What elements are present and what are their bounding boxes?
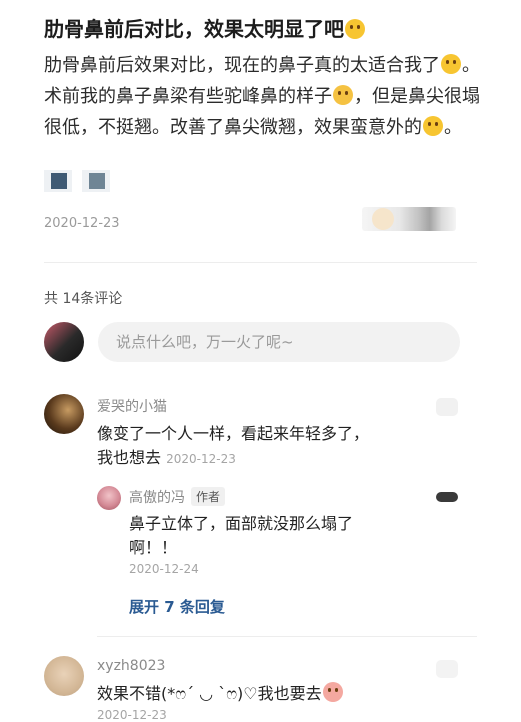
face-with-hand-over-mouth-emoji-icon (345, 19, 365, 39)
post-date: 2020-12-23 (44, 216, 120, 231)
comment-text-line2: 我也想去 (97, 448, 162, 467)
current-user-avatar (44, 322, 84, 362)
author-badge: 作者 (191, 487, 226, 506)
expand-replies-link[interactable]: 展开 7 条回复 (129, 596, 225, 617)
reply-text-line: 鼻子立体了，面部就没那么塌了 (129, 514, 354, 533)
post-title-text: 肋骨鼻前后对比，效果太明显了吧 (44, 17, 344, 41)
divider (44, 262, 477, 263)
post-image-thumbnails (44, 170, 110, 192)
comment-username[interactable]: xyzh8023 (97, 658, 165, 674)
reply-text: 鼻子立体了，面部就没那么塌了 啊！！ (129, 512, 429, 560)
comment-username[interactable]: 爱哭的小猫 (97, 396, 167, 416)
smiling-face-emoji-icon (441, 54, 461, 74)
reply-username-row: 高傲的冯 作者 (129, 487, 226, 507)
comment-date: 2020-12-23 (166, 452, 236, 466)
comment-text: 像变了一个人一样，看起来年轻多了， 我也想去 2020-12-23 (97, 422, 447, 471)
post-title: 肋骨鼻前后对比，效果太明显了吧 (44, 14, 504, 44)
frowning-face-emoji-icon (333, 85, 353, 105)
divider (97, 636, 477, 637)
peach-emoji-icon (322, 682, 343, 702)
comment-text-line: 我也想去 2020-12-23 (97, 446, 447, 471)
post-body-part1: 肋骨鼻前后效果对比，现在的鼻子真的太适合我了 (44, 55, 440, 76)
like-icon[interactable] (436, 492, 458, 502)
post-image-thumbnail[interactable] (82, 170, 110, 192)
comment-text-line: 效果不错(*ෆ´ ◡ `ෆ)♡我也要去 (97, 684, 322, 703)
avatar[interactable] (44, 394, 84, 434)
reply-date: 2020-12-24 (129, 562, 199, 576)
blurred-like-avatars (362, 207, 456, 231)
reply-username[interactable]: 高傲的冯 (129, 490, 185, 506)
like-icon[interactable] (436, 660, 458, 678)
comment-text: 效果不错(*ෆ´ ◡ `ෆ)♡我也要去 (97, 682, 477, 706)
comment-input[interactable]: 说点什么吧，万一火了呢~ (98, 322, 460, 362)
comment-text-line: 像变了一个人一样，看起来年轻多了， (97, 424, 370, 443)
post-body-part4: 。 (444, 117, 462, 138)
reply-text-line: 啊！！ (129, 538, 178, 557)
avatar[interactable] (97, 486, 121, 510)
post-body: 肋骨鼻前后效果对比，现在的鼻子真的太适合我了 。术前我的鼻子鼻梁有些驼峰鼻的样子，… (44, 50, 484, 143)
like-icon[interactable] (436, 398, 458, 416)
grinning-face-emoji-icon (423, 116, 443, 136)
comment-count: 共 14条评论 (44, 291, 123, 307)
post-image-thumbnail[interactable] (44, 170, 72, 192)
avatar[interactable] (44, 656, 84, 696)
